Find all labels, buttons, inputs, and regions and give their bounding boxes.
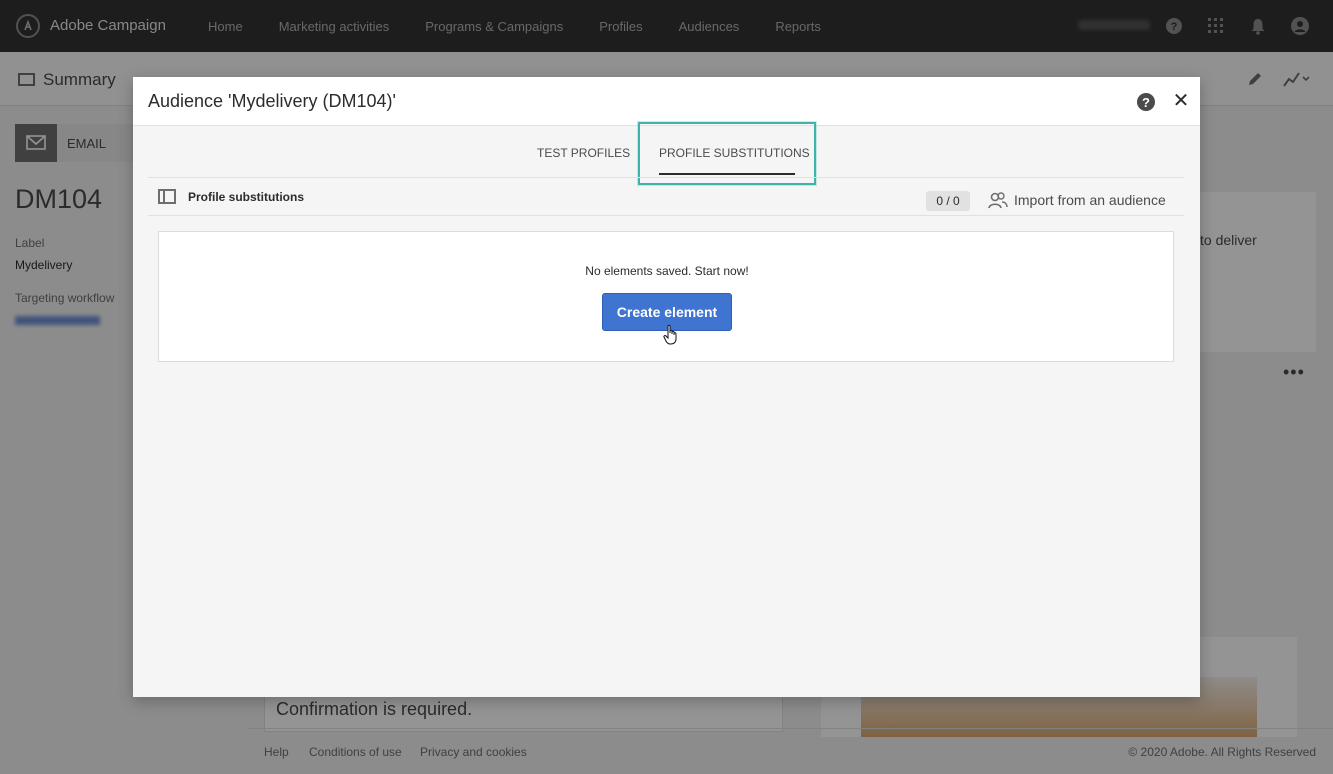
import-from-audience-button[interactable]: Import from an audience [1014, 192, 1166, 208]
empty-state-card: No elements saved. Start now! Create ele… [158, 231, 1174, 362]
section-title: Profile substitutions [188, 190, 305, 204]
users-import-icon[interactable] [988, 192, 1008, 210]
tab-test-profiles[interactable]: TEST PROFILES [537, 146, 630, 160]
hand-cursor-icon [663, 324, 679, 346]
section-header: Profile substitutions 0 / 0 Import from … [148, 177, 1184, 216]
empty-message: No elements saved. Start now! [585, 264, 749, 278]
panel-icon[interactable] [158, 189, 176, 204]
modal-title: Audience 'Mydelivery (DM104)' [148, 91, 396, 111]
close-icon[interactable]: ✕ [1171, 89, 1191, 112]
count-badge: 0 / 0 [926, 191, 970, 211]
audience-modal: Audience 'Mydelivery (DM104)' ? ✕ TEST P… [133, 77, 1200, 697]
help-icon[interactable]: ? [1137, 93, 1155, 111]
modal-header: Audience 'Mydelivery (DM104)' ? ✕ [133, 77, 1200, 126]
tab-highlight-frame [638, 122, 816, 185]
